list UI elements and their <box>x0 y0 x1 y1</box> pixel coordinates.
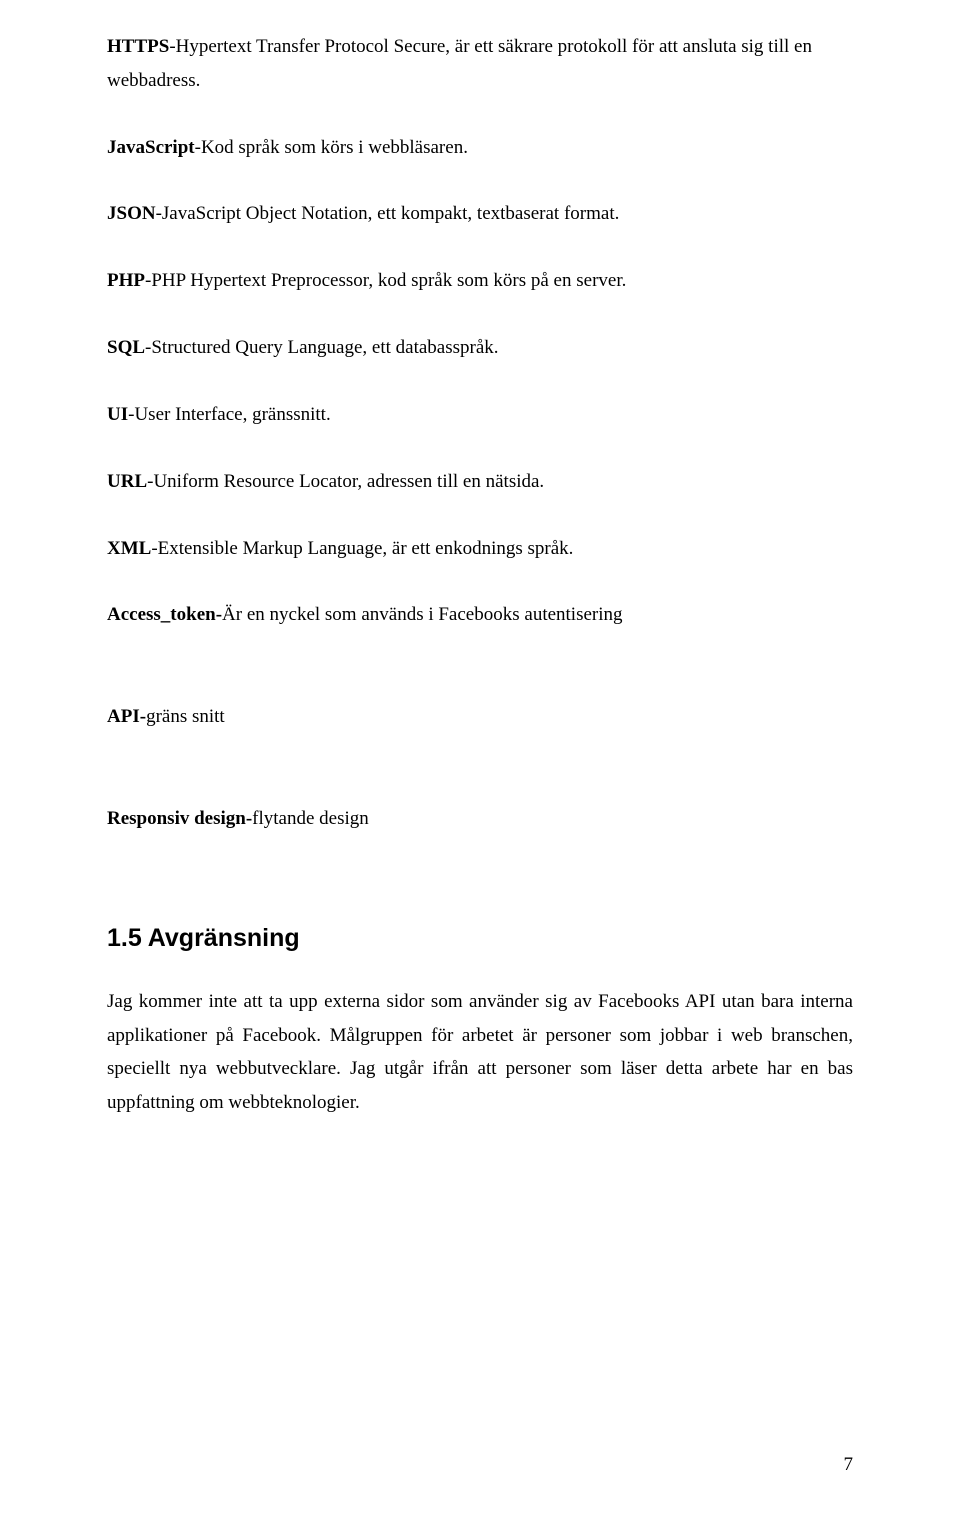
definition-item: PHP-PHP Hypertext Preprocessor, kod språ… <box>107 264 853 298</box>
definition-description: Extensible Markup Language, är ett enkod… <box>158 538 574 559</box>
definition-description: Uniform Resource Locator, adressen till … <box>153 471 544 492</box>
definition-item: SQL-Structured Query Language, ett datab… <box>107 331 853 365</box>
definition-item: API-gräns snitt <box>107 700 853 734</box>
definition-term: API- <box>107 706 146 727</box>
definitions-list: HTTPS-Hypertext Transfer Protocol Secure… <box>107 30 853 836</box>
definition-description: Kod språk som körs i webbläsaren. <box>201 137 468 158</box>
definition-term: JSON <box>107 203 156 224</box>
definition-term: UI <box>107 404 128 425</box>
definition-description: gräns snitt <box>146 706 225 727</box>
definition-description: PHP Hypertext Preprocessor, kod språk so… <box>151 270 626 291</box>
definition-term: Responsiv design- <box>107 808 252 829</box>
section-body: Jag kommer inte att ta upp externa sidor… <box>107 985 853 1120</box>
definition-description: User Interface, gränssnitt. <box>134 404 330 425</box>
definition-term: XML <box>107 538 151 559</box>
definition-description: Hypertext Transfer Protocol Secure, är e… <box>107 36 812 91</box>
definition-term: Access_token- <box>107 604 222 625</box>
definition-term: SQL <box>107 337 145 358</box>
definition-description: Är en nyckel som används i Facebooks aut… <box>222 604 622 625</box>
definition-item: Responsiv design-flytande design <box>107 802 853 836</box>
definition-item: HTTPS-Hypertext Transfer Protocol Secure… <box>107 30 853 98</box>
definition-description: Structured Query Language, ett databassp… <box>151 337 498 358</box>
definition-item: Access_token-Är en nyckel som används i … <box>107 598 853 632</box>
section-heading: 1.5 Avgränsning <box>107 924 853 953</box>
definition-item: XML-Extensible Markup Language, är ett e… <box>107 532 853 566</box>
definition-description: JavaScript Object Notation, ett kompakt,… <box>162 203 619 224</box>
definition-description: flytande design <box>252 808 369 829</box>
definition-term: URL <box>107 471 147 492</box>
definition-item: UI-User Interface, gränssnitt. <box>107 398 853 432</box>
definition-item: JavaScript-Kod språk som körs i webbläsa… <box>107 131 853 165</box>
definition-term: JavaScript <box>107 137 195 158</box>
definition-term: PHP <box>107 270 145 291</box>
page-number: 7 <box>844 1454 854 1476</box>
definition-item: JSON-JavaScript Object Notation, ett kom… <box>107 197 853 231</box>
definition-item: URL-Uniform Resource Locator, adressen t… <box>107 465 853 499</box>
definition-term: HTTPS <box>107 36 169 57</box>
